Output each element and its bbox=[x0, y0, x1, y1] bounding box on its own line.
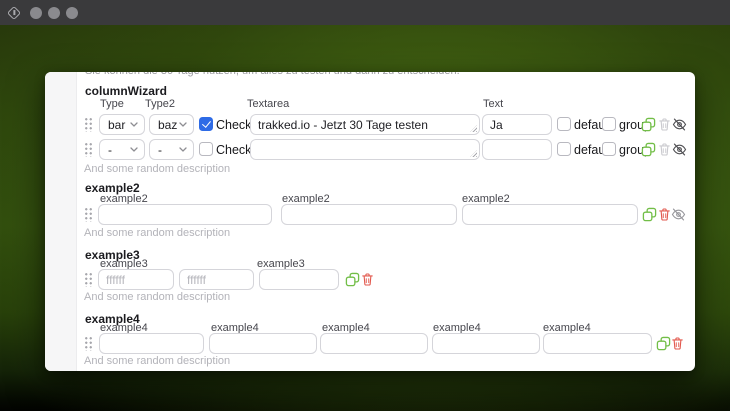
duplicate-row-button[interactable] bbox=[656, 336, 671, 351]
delete-row-button[interactable] bbox=[362, 273, 373, 286]
drag-handle-dots-icon[interactable] bbox=[84, 142, 92, 157]
text-field[interactable] bbox=[482, 139, 552, 160]
duplicate-row-button[interactable] bbox=[641, 117, 656, 132]
example4-field[interactable] bbox=[209, 333, 317, 354]
type-select[interactable]: - bbox=[99, 139, 145, 160]
textarea-field[interactable]: trakked.io - Jetzt 30 Tage testen bbox=[250, 114, 480, 135]
example2-field[interactable] bbox=[98, 204, 272, 225]
text-field[interactable] bbox=[482, 114, 552, 135]
section-description: And some random description bbox=[84, 227, 230, 239]
type-select-value: bar bbox=[108, 118, 125, 132]
drag-handle-dots-icon[interactable] bbox=[84, 117, 92, 132]
type2-select-value: baz bbox=[158, 118, 177, 132]
example3-field[interactable] bbox=[259, 269, 339, 290]
section-heading-columnwizard: columnWizard bbox=[85, 84, 167, 98]
chevron-down-icon bbox=[179, 122, 187, 127]
default-checkbox[interactable] bbox=[557, 142, 571, 156]
toggle-visibility-button[interactable] bbox=[672, 118, 687, 131]
type2-select[interactable]: - bbox=[149, 139, 194, 160]
example2-field[interactable] bbox=[281, 204, 457, 225]
copy-icon bbox=[641, 142, 656, 157]
drag-handle-dots-icon[interactable] bbox=[84, 272, 92, 287]
section-description: And some random description bbox=[84, 355, 230, 367]
toggle-visibility-button[interactable] bbox=[671, 208, 686, 221]
desktop-background: Sie können die 30 Tage nutzen, um alles … bbox=[0, 0, 730, 411]
type-select-value: - bbox=[108, 143, 112, 157]
drag-handle-dots-icon[interactable] bbox=[84, 336, 92, 351]
section-description: And some random description bbox=[84, 291, 230, 303]
textarea-field[interactable] bbox=[250, 139, 480, 160]
example3-field[interactable] bbox=[179, 269, 254, 290]
default-checkbox[interactable] bbox=[557, 117, 571, 131]
delete-row-button[interactable] bbox=[659, 208, 670, 221]
example4-field[interactable] bbox=[320, 333, 428, 354]
trash-icon bbox=[659, 118, 670, 131]
example4-field[interactable] bbox=[432, 333, 540, 354]
trash-icon bbox=[659, 208, 670, 221]
duplicate-row-button[interactable] bbox=[641, 142, 656, 157]
copy-icon bbox=[642, 207, 657, 222]
copy-icon bbox=[641, 117, 656, 132]
textarea-input[interactable] bbox=[251, 140, 479, 159]
panel-left-gutter bbox=[45, 72, 77, 371]
field-label-textarea: Textarea bbox=[247, 98, 289, 110]
chevron-down-icon bbox=[130, 147, 138, 152]
textarea-input[interactable]: trakked.io - Jetzt 30 Tage testen bbox=[251, 115, 479, 134]
type2-select[interactable]: baz bbox=[149, 114, 194, 135]
eye-slash-icon bbox=[672, 118, 687, 131]
trash-icon bbox=[672, 337, 683, 350]
checkbox[interactable] bbox=[199, 117, 213, 131]
drag-handle-dots-icon[interactable] bbox=[84, 207, 92, 222]
window-dot-1[interactable] bbox=[30, 7, 42, 19]
form-panel: Sie können die 30 Tage nutzen, um alles … bbox=[45, 72, 695, 371]
toggle-visibility-button[interactable] bbox=[672, 143, 687, 156]
eye-slash-icon bbox=[672, 143, 687, 156]
delete-row-button[interactable] bbox=[659, 143, 670, 156]
clipped-description-text: Sie können die 30 Tage nutzen, um alles … bbox=[85, 72, 683, 77]
window-dot-2[interactable] bbox=[48, 7, 60, 19]
delete-row-button[interactable] bbox=[672, 337, 683, 350]
section-description: And some random description bbox=[84, 163, 230, 175]
field-label-type2: Type2 bbox=[145, 98, 175, 110]
chevron-down-icon bbox=[130, 122, 138, 127]
copy-icon bbox=[345, 272, 360, 287]
group-checkbox[interactable] bbox=[602, 142, 616, 156]
example4-field[interactable] bbox=[99, 333, 204, 354]
window-dot-3[interactable] bbox=[66, 7, 78, 19]
field-label-type: Type bbox=[100, 98, 124, 110]
trash-icon bbox=[659, 143, 670, 156]
duplicate-row-button[interactable] bbox=[345, 272, 360, 287]
type-select[interactable]: bar bbox=[99, 114, 145, 135]
type2-select-value: - bbox=[158, 143, 162, 157]
duplicate-row-button[interactable] bbox=[642, 207, 657, 222]
checkbox[interactable] bbox=[199, 142, 213, 156]
copy-icon bbox=[656, 336, 671, 351]
diamond-logo-icon bbox=[7, 5, 21, 19]
delete-row-button[interactable] bbox=[659, 118, 670, 131]
eye-slash-icon bbox=[671, 208, 686, 221]
chevron-down-icon bbox=[179, 147, 187, 152]
example2-field[interactable] bbox=[462, 204, 638, 225]
example3-field[interactable] bbox=[98, 269, 174, 290]
example4-field[interactable] bbox=[543, 333, 652, 354]
window-titlebar bbox=[0, 0, 730, 25]
group-checkbox[interactable] bbox=[602, 117, 616, 131]
trash-icon bbox=[362, 273, 373, 286]
field-label-text: Text bbox=[483, 98, 503, 110]
